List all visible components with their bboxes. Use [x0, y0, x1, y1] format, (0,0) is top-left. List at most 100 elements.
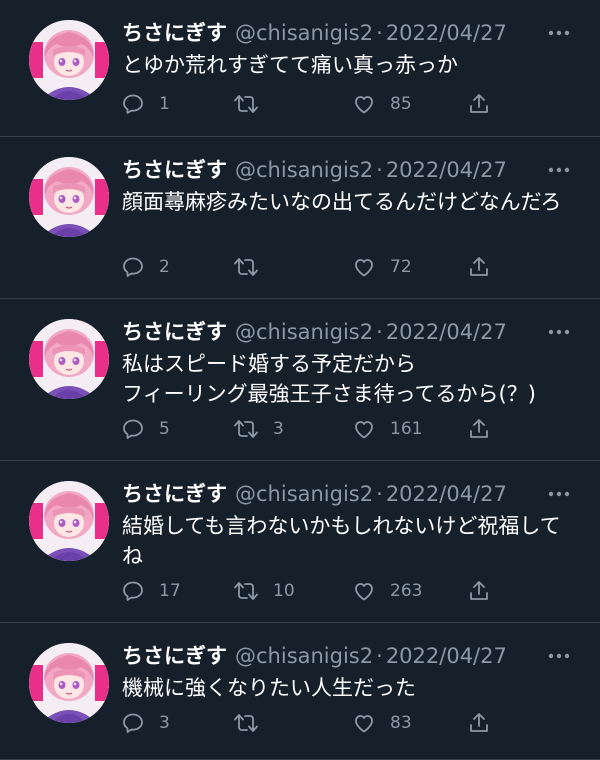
retweet-icon	[234, 582, 258, 600]
display-name[interactable]: ちさにぎす	[122, 320, 227, 344]
separator-dot: ·	[376, 320, 383, 344]
tweet-feed: ちさにぎす @chisanigis2 · 2022/04/27 とゆか荒れすぎてて痛い…	[0, 0, 600, 760]
heart-icon	[355, 583, 373, 601]
reply-icon	[123, 713, 143, 733]
like-count: 263	[390, 581, 423, 601]
more-options-button[interactable]	[546, 157, 572, 183]
like-button[interactable]: 85	[352, 90, 412, 118]
tweet-header: ちさにぎす @chisanigis2 · 2022/04/27	[122, 155, 507, 185]
user-handle[interactable]: @chisanigis2	[235, 21, 373, 45]
avatar[interactable]	[29, 481, 109, 561]
display-name[interactable]: ちさにぎす	[122, 482, 227, 506]
share-button[interactable]	[467, 577, 491, 605]
tweet-date[interactable]: 2022/04/27	[386, 21, 507, 45]
tweet-header: ちさにぎす @chisanigis2 · 2022/04/27	[122, 317, 507, 347]
retweet-button[interactable]	[233, 253, 273, 281]
share-icon	[470, 94, 488, 113]
display-name[interactable]: ちさにぎす	[122, 644, 227, 668]
avatar-illustration	[29, 319, 109, 399]
like-button[interactable]: 72	[352, 253, 412, 281]
tweet[interactable]: ちさにぎす @chisanigis2 · 2022/04/27 機械に強くなりたい人生…	[0, 623, 600, 760]
tweet-date[interactable]: 2022/04/27	[386, 644, 507, 668]
reply-icon	[123, 257, 143, 277]
retweet-icon	[234, 95, 258, 113]
like-count: 72	[390, 257, 412, 277]
reply-count: 17	[159, 581, 181, 601]
avatar-illustration	[29, 481, 109, 561]
user-handle[interactable]: @chisanigis2	[235, 320, 373, 344]
retweet-button[interactable]: 3	[233, 415, 284, 443]
heart-icon	[355, 421, 373, 439]
share-button[interactable]	[467, 709, 491, 737]
tweet-text: とゆか荒れすぎてて痛い真っ赤っか	[122, 53, 458, 77]
reply-icon	[123, 581, 143, 601]
avatar[interactable]	[29, 319, 109, 399]
share-icon	[470, 581, 488, 600]
tweet-actions: 17 10 263	[121, 577, 501, 605]
share-icon	[470, 713, 488, 732]
share-button[interactable]	[467, 90, 491, 118]
display-name[interactable]: ちさにぎす	[122, 21, 227, 45]
tweet[interactable]: ちさにぎす @chisanigis2 · 2022/04/27 とゆか荒れすぎてて痛い…	[0, 0, 600, 137]
user-handle[interactable]: @chisanigis2	[235, 158, 373, 182]
reply-icon	[123, 94, 143, 114]
share-button[interactable]	[467, 415, 491, 443]
tweet-text: 私はスピード婚する予定だから フィーリング最強王子さま待ってるから(？)	[122, 352, 536, 406]
retweet-icon	[234, 714, 258, 732]
more-icon	[548, 491, 570, 497]
share-button[interactable]	[467, 253, 491, 281]
separator-dot: ·	[376, 158, 383, 182]
like-count: 85	[390, 94, 412, 114]
like-button[interactable]: 83	[352, 709, 412, 737]
more-options-button[interactable]	[546, 643, 572, 669]
tweet-actions: 1 85	[121, 90, 501, 118]
reply-count: 3	[159, 713, 170, 733]
reply-count: 1	[159, 94, 170, 114]
more-icon	[548, 167, 570, 173]
reply-button[interactable]: 17	[121, 577, 181, 605]
reply-count: 5	[159, 419, 170, 439]
heart-icon	[355, 259, 373, 277]
avatar-illustration	[29, 20, 109, 100]
tweet[interactable]: ちさにぎす @chisanigis2 · 2022/04/27 顔面蕁麻疹みたいなの出…	[0, 137, 600, 299]
reply-button[interactable]: 2	[121, 253, 170, 281]
tweet-actions: 2 72	[121, 253, 501, 281]
tweet-header: ちさにぎす @chisanigis2 · 2022/04/27	[122, 18, 507, 48]
reply-button[interactable]: 1	[121, 90, 170, 118]
avatar-illustration	[29, 157, 109, 237]
tweet-date[interactable]: 2022/04/27	[386, 482, 507, 506]
more-options-button[interactable]	[546, 20, 572, 46]
share-icon	[470, 419, 488, 438]
tweet-text: 結婚しても言わないかもしれないけど祝福してね	[122, 514, 561, 568]
avatar[interactable]	[29, 643, 109, 723]
like-button[interactable]: 161	[352, 415, 422, 443]
more-icon	[548, 30, 570, 36]
retweet-button[interactable]: 10	[233, 577, 295, 605]
avatar[interactable]	[29, 20, 109, 100]
retweet-count: 3	[273, 419, 284, 439]
heart-icon	[355, 96, 373, 114]
user-handle[interactable]: @chisanigis2	[235, 482, 373, 506]
retweet-button[interactable]	[233, 709, 273, 737]
tweet-actions: 5 3 161	[121, 415, 501, 443]
retweet-icon	[234, 420, 258, 438]
tweet-header: ちさにぎす @chisanigis2 · 2022/04/27	[122, 641, 507, 671]
tweet-date[interactable]: 2022/04/27	[386, 320, 507, 344]
user-handle[interactable]: @chisanigis2	[235, 644, 373, 668]
like-count: 161	[390, 419, 423, 439]
avatar-illustration	[29, 643, 109, 723]
more-options-button[interactable]	[546, 481, 572, 507]
like-button[interactable]: 263	[352, 577, 422, 605]
retweet-button[interactable]	[233, 90, 273, 118]
more-options-button[interactable]	[546, 319, 572, 345]
more-icon	[548, 329, 570, 335]
separator-dot: ·	[376, 482, 383, 506]
reply-button[interactable]: 3	[121, 709, 170, 737]
display-name[interactable]: ちさにぎす	[122, 158, 227, 182]
reply-count: 2	[159, 257, 170, 277]
tweet[interactable]: ちさにぎす @chisanigis2 · 2022/04/27 私はスピード婚する予定…	[0, 299, 600, 461]
tweet[interactable]: ちさにぎす @chisanigis2 · 2022/04/27 結婚しても言わないかも…	[0, 461, 600, 623]
avatar[interactable]	[29, 157, 109, 237]
reply-button[interactable]: 5	[121, 415, 170, 443]
tweet-date[interactable]: 2022/04/27	[386, 158, 507, 182]
